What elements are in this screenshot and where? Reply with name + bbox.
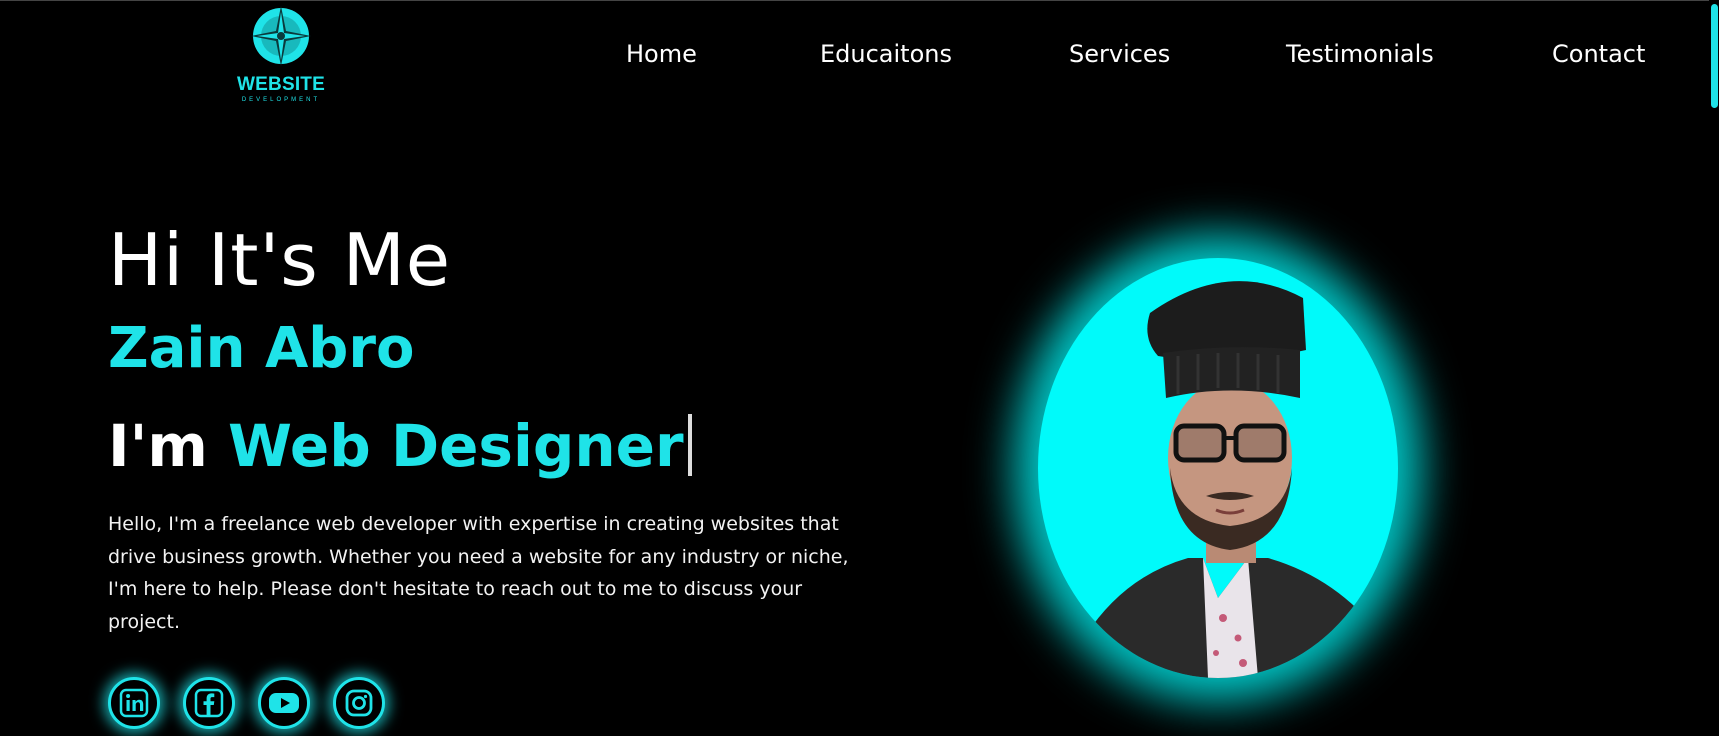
role-text: Web Designer bbox=[227, 412, 684, 480]
scrollbar-thumb[interactable] bbox=[1711, 4, 1718, 108]
hero-name: Zain Abro bbox=[108, 316, 415, 381]
profile-photo bbox=[1038, 258, 1398, 678]
logo-subtitle: DEVELOPMENT bbox=[241, 97, 321, 103]
typing-caret bbox=[687, 414, 692, 476]
role-prefix: I'm bbox=[108, 412, 208, 480]
top-border bbox=[0, 0, 1719, 1]
instagram-button[interactable] bbox=[333, 677, 385, 729]
nav-home[interactable]: Home bbox=[626, 40, 697, 68]
main-nav: Home Educaitons Services Testimonials Co… bbox=[0, 40, 1719, 74]
nav-services[interactable]: Services bbox=[1069, 40, 1170, 68]
youtube-button[interactable] bbox=[258, 677, 310, 729]
hero-greeting: Hi It's Me bbox=[108, 218, 452, 302]
nav-contact[interactable]: Contact bbox=[1552, 40, 1645, 68]
linkedin-button[interactable] bbox=[108, 677, 160, 729]
nav-educations[interactable]: Educaitons bbox=[820, 40, 952, 68]
portrait-illustration bbox=[1078, 281, 1383, 678]
scrollbar[interactable] bbox=[1709, 0, 1719, 736]
hero-description: Hello, I'm a freelance web developer wit… bbox=[108, 513, 849, 633]
instagram-icon bbox=[345, 689, 373, 717]
youtube-icon bbox=[269, 693, 299, 713]
avatar bbox=[1038, 258, 1398, 678]
linkedin-icon bbox=[119, 688, 149, 718]
logo-title: WEBSITE bbox=[237, 74, 325, 95]
facebook-button[interactable] bbox=[183, 677, 235, 729]
nav-testimonials[interactable]: Testimonials bbox=[1286, 40, 1434, 68]
facebook-icon bbox=[194, 688, 224, 718]
hero-role-line: I'm Web Designer bbox=[108, 412, 692, 480]
